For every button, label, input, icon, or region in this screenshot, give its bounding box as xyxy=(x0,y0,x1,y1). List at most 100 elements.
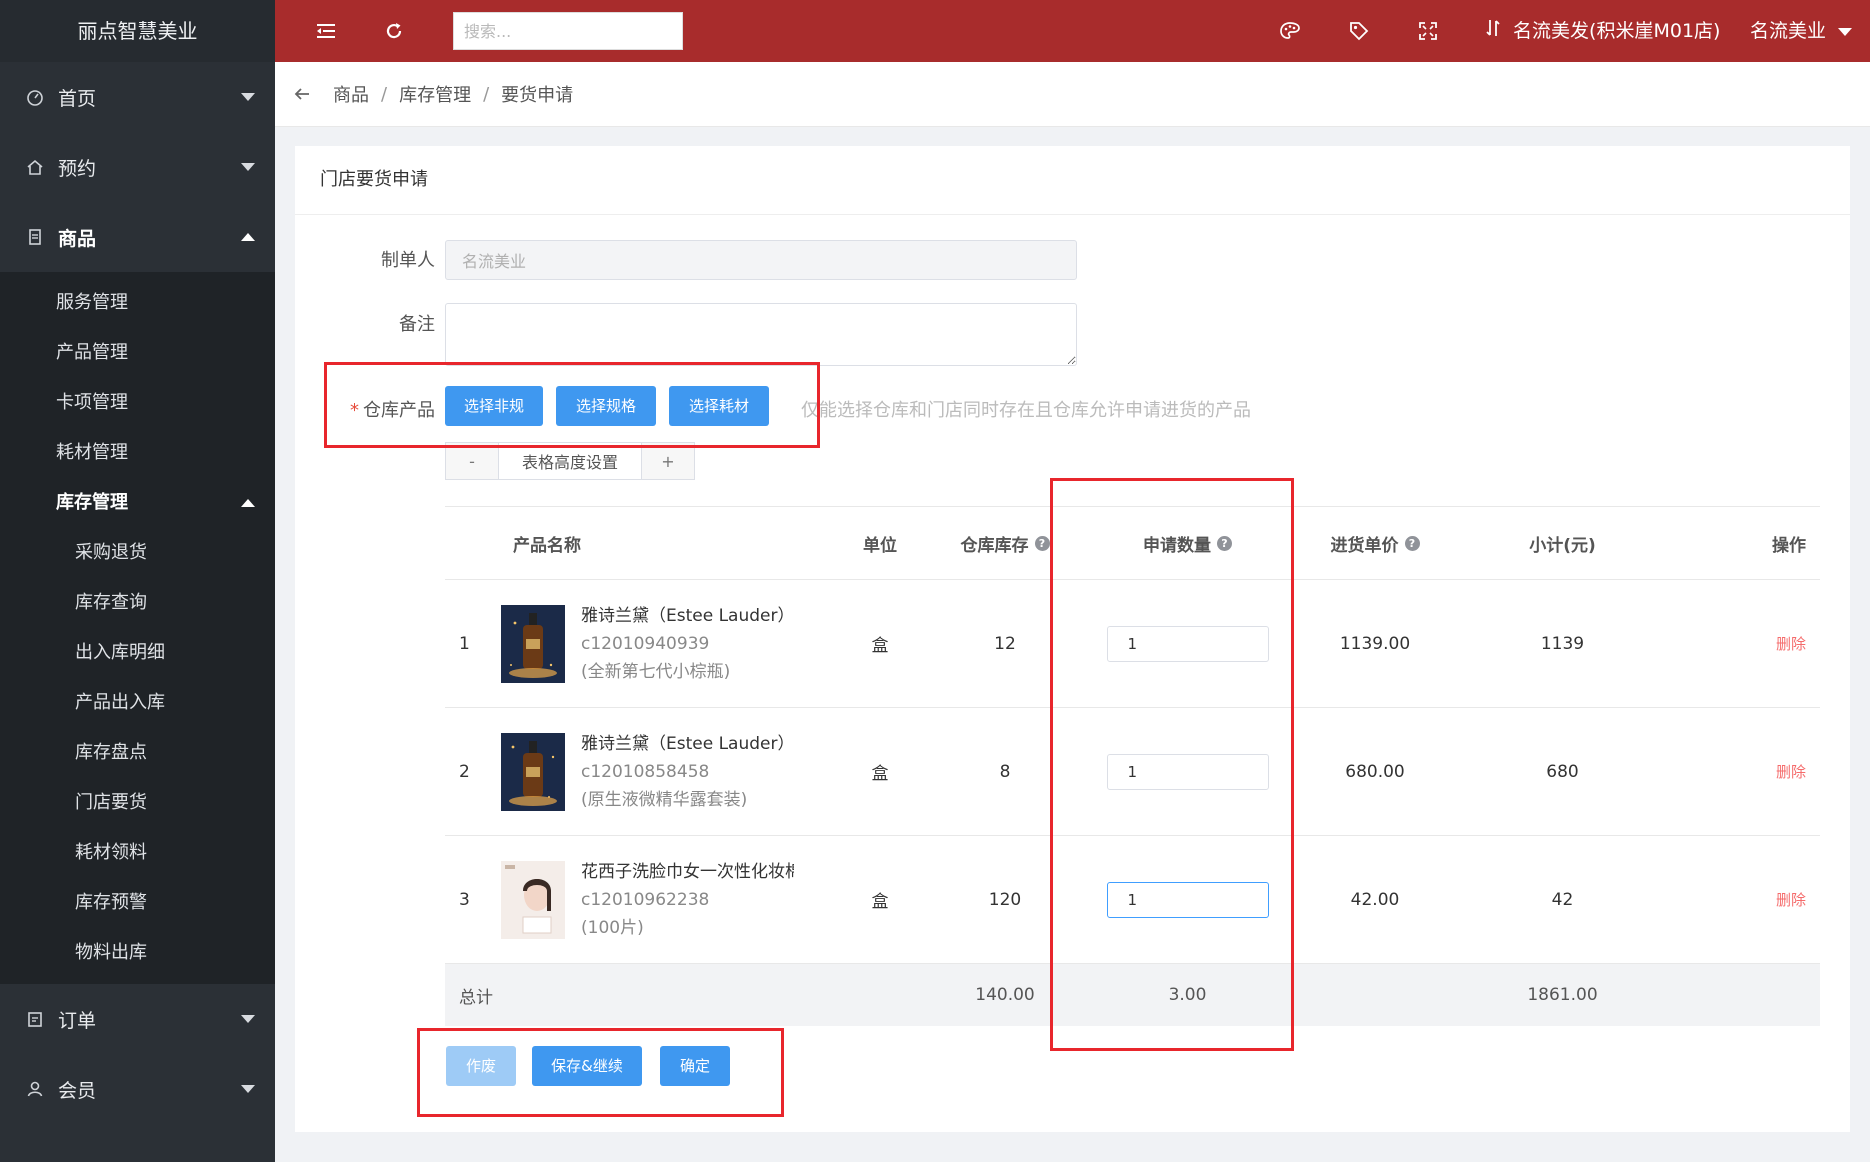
increase-button[interactable]: + xyxy=(642,443,694,479)
stock-item-inout-detail[interactable]: 出入库明细 xyxy=(0,628,275,678)
unit-cell: 盒 xyxy=(871,636,889,656)
product-spec: (原生液微精华露套装) xyxy=(581,789,748,810)
chevron-down-icon xyxy=(241,163,255,171)
product-info: 雅诗兰黛（Estee Lauder）特润修护肌活精华露 c12010940939… xyxy=(581,602,794,686)
total-label: 总计 xyxy=(459,987,493,1008)
chevron-down-icon xyxy=(1838,27,1853,36)
highlight-box-action-buttons xyxy=(417,1028,784,1117)
row-index: 2 xyxy=(459,761,470,782)
price-cell: 1139.00 xyxy=(1339,633,1411,654)
chevron-down-icon xyxy=(241,1015,255,1023)
chevron-up-icon xyxy=(241,499,255,507)
menu-item-goods[interactable]: 商品 xyxy=(0,202,275,272)
op-cell: 删除 xyxy=(1660,580,1820,707)
menu-item-label: 商品 xyxy=(58,227,97,250)
price-cell: 42.00 xyxy=(1350,889,1400,910)
swap-icon xyxy=(1485,1,1501,63)
menu-item-label: 订单 xyxy=(58,1009,97,1032)
maker-label: 制单人 xyxy=(381,250,435,271)
row-index: 1 xyxy=(459,633,470,654)
back-arrow-icon[interactable] xyxy=(293,86,311,102)
product-thumbnail xyxy=(501,604,565,683)
header-name: 产品名称 xyxy=(513,535,581,556)
product-name: 雅诗兰黛（Estee Lauder）特润修护肌活精华露 xyxy=(581,733,794,754)
product-name: 雅诗兰黛（Estee Lauder）特润修护肌活精华露 xyxy=(581,605,794,626)
document-icon xyxy=(24,226,46,248)
stock-item-stock-query[interactable]: 库存查询 xyxy=(0,578,275,628)
top-bar: 名流美发(积米崖M01店) 名流美业 xyxy=(275,0,1870,62)
menu-item-label: 预约 xyxy=(58,157,97,180)
product-info: 雅诗兰黛（Estee Lauder）特润修护肌活精华露 c12010858458… xyxy=(581,730,794,814)
tag-icon[interactable] xyxy=(1346,18,1372,44)
user-icon xyxy=(24,1078,46,1100)
menu-toggle-icon[interactable] xyxy=(313,18,339,44)
product-code: c12010858458 xyxy=(581,761,710,782)
stock-item-stock-alert[interactable]: 库存预警 xyxy=(0,878,275,928)
product-thumbnail xyxy=(501,732,565,811)
search-input[interactable] xyxy=(453,12,683,50)
stock-item-product-inout[interactable]: 产品出入库 xyxy=(0,678,275,728)
menu-item-home[interactable]: 首页 xyxy=(0,62,275,132)
store-name: 名流美发(积米崖M01店) xyxy=(1513,20,1721,42)
breadcrumb-item[interactable]: 商品 xyxy=(333,81,369,107)
highlight-box-product-buttons xyxy=(324,362,820,448)
breadcrumb-separator: / xyxy=(381,83,388,105)
submenu-item-material[interactable]: 耗材管理 xyxy=(0,428,275,478)
unit-cell: 盒 xyxy=(871,764,889,784)
op-cell: 删除 xyxy=(1660,708,1820,835)
product-info: 花西子洗脸巾女一次性化妆棉 c12010962238 (100片) xyxy=(581,858,794,942)
total-spacer xyxy=(1285,964,1465,1026)
submenu-item-card[interactable]: 卡项管理 xyxy=(0,378,275,428)
breadcrumb-item-current: 要货申请 xyxy=(501,85,574,106)
help-icon[interactable]: ? xyxy=(1404,535,1420,551)
refresh-icon[interactable] xyxy=(381,18,407,44)
user-name: 名流美业 xyxy=(1750,20,1827,42)
decrease-button[interactable]: - xyxy=(446,443,498,479)
header-price: 进货单价? xyxy=(1285,507,1465,579)
menu-item-label: 会员 xyxy=(58,1079,97,1102)
product-code: c12010962238 xyxy=(581,889,710,910)
highlight-box-qty-column xyxy=(1050,478,1294,1051)
breadcrumb-item[interactable]: 库存管理 xyxy=(399,81,471,107)
maker-field xyxy=(445,240,1077,280)
sidebar: 丽点智慧美业 首页 预约 商品 服务管理 产品管理 卡项管理 耗材管理 库存管理… xyxy=(0,0,275,1162)
product-cell: 雅诗兰黛（Estee Lauder）特润修护肌活精华露 c12010858458… xyxy=(501,708,840,835)
remark-textarea[interactable] xyxy=(445,303,1077,366)
subtotal-cell: 42 xyxy=(1551,889,1574,910)
menu-item-booking[interactable]: 预约 xyxy=(0,132,275,202)
remark-label: 备注 xyxy=(399,314,435,335)
submenu-item-service[interactable]: 服务管理 xyxy=(0,278,275,328)
help-icon[interactable]: ? xyxy=(1034,535,1050,551)
submenu-item-product[interactable]: 产品管理 xyxy=(0,328,275,378)
stock-item-inventory[interactable]: 库存盘点 xyxy=(0,728,275,778)
menu-item-orders[interactable]: 订单 xyxy=(0,984,275,1054)
delete-link[interactable]: 删除 xyxy=(1776,889,1806,910)
subtotal-cell: 1139 xyxy=(1540,633,1585,654)
header-unit: 单位 xyxy=(863,535,897,556)
palette-icon[interactable] xyxy=(1277,18,1303,44)
chevron-down-icon xyxy=(241,93,255,101)
stock-item-material-receive[interactable]: 耗材领料 xyxy=(0,828,275,878)
stock-item-purchase-return[interactable]: 采购退货 xyxy=(0,528,275,578)
hint-text: 仅能选择仓库和门店同时存在且仓库允许申请进货的产品 xyxy=(801,400,1251,421)
submenu-item-stock[interactable]: 库存管理 xyxy=(0,478,275,528)
store-switcher[interactable]: 名流美发(积米崖M01店) xyxy=(1485,0,1720,62)
header-subtotal: 小计(元) xyxy=(1529,535,1596,556)
menu-item-members[interactable]: 会员 xyxy=(0,1054,275,1124)
card-title: 门店要货申请 xyxy=(295,146,1850,215)
product-cell: 雅诗兰黛（Estee Lauder）特润修护肌活精华露 c12010940939… xyxy=(501,580,840,707)
breadcrumb: 商品 / 库存管理 / 要货申请 xyxy=(275,62,1870,127)
user-menu[interactable]: 名流美业 xyxy=(1750,0,1853,62)
product-cell: 花西子洗脸巾女一次性化妆棉 c12010962238 (100片) xyxy=(501,836,840,963)
goods-submenu: 服务管理 产品管理 卡项管理 耗材管理 库存管理 采购退货 库存查询 出入库明细… xyxy=(0,272,275,984)
breadcrumb-separator: / xyxy=(483,83,490,105)
brand-logo-text: 丽点智慧美业 xyxy=(0,0,275,62)
stock-item-store-request[interactable]: 门店要货 xyxy=(0,778,275,828)
delete-link[interactable]: 删除 xyxy=(1776,633,1806,654)
fullscreen-icon[interactable] xyxy=(1415,18,1441,44)
stock-item-material-out[interactable]: 物料出库 xyxy=(0,928,275,978)
total-spacer xyxy=(505,964,840,1026)
header-index xyxy=(445,507,505,579)
subtotal-cell: 680 xyxy=(1546,761,1579,782)
delete-link[interactable]: 删除 xyxy=(1776,761,1806,782)
